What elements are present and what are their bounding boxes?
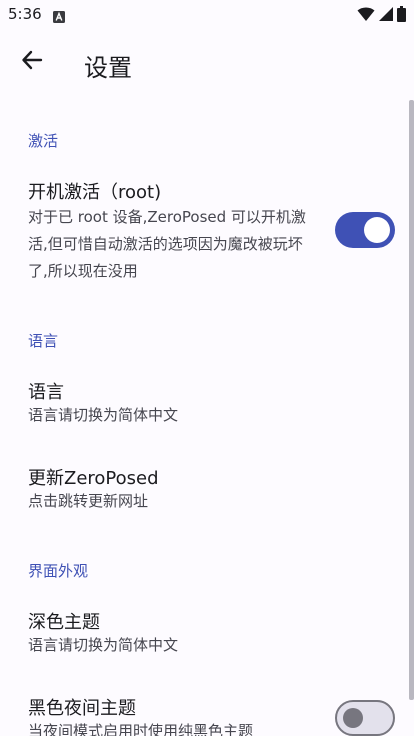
- pref-black-night-theme-summary: 当夜间模式启用时使用纯黑色主题: [28, 722, 254, 736]
- pref-update-title: 更新ZeroPosed: [28, 468, 159, 489]
- wifi-icon: [357, 6, 375, 26]
- status-icons: [357, 6, 406, 26]
- pref-language-title: 语言: [28, 382, 64, 403]
- pref-boot-activation-summary: 对于已 root 设备,ZeroPosed 可以开机激活,但可惜自动激活的选项因…: [28, 208, 306, 280]
- pref-language[interactable]: 语言 语言请切换为简体中文: [0, 366, 410, 438]
- pref-boot-activation-title: 开机激活（root): [28, 182, 162, 203]
- pref-black-night-theme-title: 黑色夜间主题: [28, 698, 136, 719]
- battery-icon: [397, 6, 406, 26]
- section-header-language: 语言: [28, 332, 59, 350]
- settings-screen: 5:36 设置 激活 开机激活（root) 对于已 root 设备,ZeroPo…: [0, 0, 414, 736]
- switch-thumb: [343, 708, 363, 728]
- section-header-activation: 激活: [28, 132, 59, 150]
- cellular-signal-icon: [378, 6, 394, 26]
- pref-dark-theme[interactable]: 深色主题 语言请切换为简体中文: [0, 596, 410, 668]
- page-title: 设置: [84, 54, 132, 82]
- settings-list[interactable]: 激活 开机激活（root) 对于已 root 设备,ZeroPosed 可以开机…: [0, 100, 414, 736]
- pref-language-summary: 语言请切换为简体中文: [28, 406, 179, 424]
- app-notification-icon: [53, 8, 65, 27]
- status-time: 5:36: [8, 5, 42, 23]
- back-button[interactable]: [12, 42, 52, 82]
- pref-update[interactable]: 更新ZeroPosed 点击跳转更新网址: [0, 452, 410, 524]
- section-header-appearance: 界面外观: [28, 562, 89, 580]
- arrow-back-icon: [21, 49, 43, 75]
- pref-dark-theme-summary: 语言请切换为简体中文: [28, 636, 179, 654]
- scrollbar[interactable]: [409, 100, 414, 700]
- pref-update-summary: 点击跳转更新网址: [28, 492, 149, 510]
- black-night-theme-switch[interactable]: [335, 700, 395, 736]
- status-bar: 5:36: [0, 0, 414, 30]
- pref-black-night-theme[interactable]: 黑色夜间主题 当夜间模式启用时使用纯黑色主题: [0, 682, 410, 736]
- top-app-bar: 设置: [0, 30, 414, 100]
- boot-activation-switch[interactable]: [335, 212, 395, 248]
- pref-dark-theme-title: 深色主题: [28, 612, 100, 633]
- pref-boot-activation[interactable]: 开机激活（root) 对于已 root 设备,ZeroPosed 可以开机激活,…: [0, 166, 410, 296]
- switch-thumb: [364, 217, 390, 243]
